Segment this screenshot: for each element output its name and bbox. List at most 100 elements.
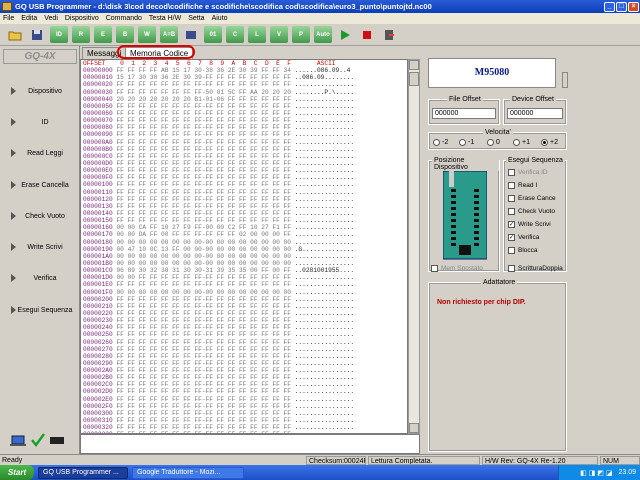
hex-row[interactable]: 00000200 FF FF FF FF FF FF FF FF-FF FF F… <box>81 296 407 303</box>
exit-icon[interactable] <box>380 26 398 43</box>
speed-radio-minus1[interactable]: -1 <box>459 139 474 146</box>
hex-row[interactable]: 00000310 FF FF FF FF FF FF FF FF-FF FF F… <box>81 417 407 424</box>
hex-row[interactable]: 00000140 FF FF FF FF FF FF FF FF-FF FF F… <box>81 210 407 217</box>
menu-testa-hw[interactable]: Testa H/W <box>149 15 181 22</box>
scroll-thumb[interactable] <box>409 72 419 86</box>
sidebar-button-esegui-sequenza[interactable]: Esegui Sequenza <box>3 297 78 323</box>
mem-spostato-checkbox[interactable]: Mem Spostato <box>431 265 483 272</box>
menu-aiuto[interactable]: Aiuto <box>212 15 228 22</box>
hex-row[interactable]: 00000110 FF FF FF FF FF FF FF FF-FF FF F… <box>81 189 407 196</box>
open-file-icon[interactable] <box>6 26 24 43</box>
seq-verifica-id-checkbox[interactable]: Verifica ID <box>508 169 548 176</box>
scroll-up-button[interactable] <box>409 60 419 70</box>
program-icon[interactable]: P <box>292 26 310 43</box>
lock-icon[interactable]: L <box>248 26 266 43</box>
hex-row[interactable]: 00000000 FF FF FF FF AB 15 17 30-38 36 2… <box>81 67 407 74</box>
hex-row[interactable]: 000001E0 FF FF FF FF FF FF FF FF-FF FF F… <box>81 281 407 288</box>
hex-row[interactable]: 00000220 FF FF FF FF FF FF FF FF-FF FF F… <box>81 310 407 317</box>
sidebar-button-erase[interactable]: Erase Cancella <box>3 172 78 198</box>
hex-row[interactable]: 000001D0 00 00 FF FF FF FF FF FF-FF FF F… <box>81 274 407 281</box>
sidebar-button-dispositivo[interactable]: Dispositivo <box>3 78 78 104</box>
stop-icon[interactable] <box>358 26 376 43</box>
start-button[interactable]: Start <box>0 465 34 480</box>
hex-scrollbar[interactable] <box>408 59 420 434</box>
hex-row[interactable]: 00000010 15 17 30 38 36 2E 30 39-FF FF F… <box>81 74 407 81</box>
hex-row[interactable]: 00000260 FF FF FF FF FF FF FF FF-FF FF F… <box>81 339 407 346</box>
hex-row[interactable]: 00000100 FF FF FF FF FF FF FF FF-FF FF F… <box>81 181 407 188</box>
hex-row[interactable]: 000000A0 FF FF FF FF FF FF FF FF-FF FF F… <box>81 139 407 146</box>
scroll-down-button[interactable] <box>409 423 419 433</box>
menu-vedi[interactable]: Vedi <box>44 15 58 22</box>
hex-row[interactable]: 000002B0 FF FF FF FF FF FF FF FF-FF FF F… <box>81 374 407 381</box>
hex-row[interactable]: 00000060 FF FF FF FF FF FF FF FF-FF FF F… <box>81 110 407 117</box>
seq-verifica-checkbox[interactable]: ✓ Verifica <box>508 234 539 241</box>
menu-dispositivo[interactable]: Dispositivo <box>65 15 99 22</box>
sidebar-button-check-vuoto[interactable]: Check Vuoto <box>3 203 78 229</box>
speed-radio-plus2[interactable]: +2 <box>541 139 558 146</box>
hex-row[interactable]: 000001C0 06 89 30 32 38 31 30 30-31 39 3… <box>81 267 407 274</box>
hex-row[interactable]: 000002C0 FF FF FF FF FF FF FF FF-FF FF F… <box>81 381 407 388</box>
hex-row[interactable]: 00000050 FF FF FF FF FF FF FF FF-FF FF F… <box>81 103 407 110</box>
seq-blocca-checkbox[interactable]: Blocca <box>508 247 538 254</box>
maximize-button[interactable]: □ <box>616 1 627 12</box>
play-icon[interactable] <box>336 26 354 43</box>
device-select-icon[interactable]: ID <box>50 26 68 43</box>
verify-icon[interactable]: V <box>270 26 288 43</box>
hex-editor[interactable]: OFFSET 0 1 2 3 4 5 6 7 8 9 A B C D E F A… <box>80 59 408 434</box>
menu-setta[interactable]: Setta <box>188 15 204 22</box>
chip-info-icon[interactable] <box>182 26 200 43</box>
hex-row[interactable]: 000000D0 FF FF FF FF FF FF FF FF-FF FF F… <box>81 160 407 167</box>
hex-row[interactable]: 00000130 FF FF FF FF FF FF FF FF-FF FF F… <box>81 203 407 210</box>
binary-icon[interactable]: 01 <box>204 26 222 43</box>
hex-row[interactable]: 000002F0 FF FF FF FF FF FF FF FF-FF FF F… <box>81 403 407 410</box>
hex-row[interactable]: 000002A0 FF FF FF FF FF FF FF FF-FF FF F… <box>81 367 407 374</box>
hex-row[interactable]: 00000160 00 00 CA FF 10 27 F9 FF-00 00 C… <box>81 224 407 231</box>
hex-row[interactable]: 000002D0 FF FF FF FF FF FF FF FF-FF FF F… <box>81 388 407 395</box>
sidebar-button-verifica[interactable]: Verifica <box>3 265 78 291</box>
hex-row[interactable]: 00000090 FF FF FF FF FF FF FF FF-FF FF F… <box>81 131 407 138</box>
device-offset-field[interactable]: 000000 <box>507 108 563 119</box>
seq-read-checkbox[interactable]: Read I <box>508 182 537 189</box>
hex-row[interactable]: 000000E0 FF FF FF FF FF FF FF FF-FF FF F… <box>81 167 407 174</box>
hex-row[interactable]: 00000320 FF FF FF FF FF FF FF FF-FF FF F… <box>81 424 407 431</box>
hex-row[interactable]: 000001A0 00 00 00 00 00 00 00 00-00 00 0… <box>81 253 407 260</box>
hex-row[interactable]: 00000180 00 00 00 00 00 00 00 00-00 00 0… <box>81 239 407 246</box>
scrittura-doppia-checkbox[interactable]: ScritturaDoppia <box>508 265 563 272</box>
hex-row[interactable]: 00000020 FF FF FF FF FF FF FF FF-FF FF F… <box>81 81 407 88</box>
menu-edita[interactable]: Edita <box>21 15 37 22</box>
sidebar-button-write[interactable]: Write Scrivi <box>3 234 78 260</box>
hex-row[interactable]: 00000080 FF FF FF FF FF FF FF FF-FF FF F… <box>81 124 407 131</box>
seq-check-vuoto-checkbox[interactable]: Check Vuoto <box>508 208 555 215</box>
hex-row[interactable]: 00000250 FF FF FF FF FF FF FF FF-FF FF F… <box>81 331 407 338</box>
hex-row[interactable]: 00000190 00 47 10 0C 13 FF 00 00-00 00 0… <box>81 246 407 253</box>
task-gq-programmer[interactable]: GQ USB Programmer ... <box>38 466 128 479</box>
read-icon[interactable]: R <box>72 26 90 43</box>
seq-write-checkbox[interactable]: ✓ Write Scrivi <box>508 221 551 228</box>
close-button[interactable]: × <box>628 1 639 12</box>
hex-row[interactable]: 00000030 FF FF FF FF FF FF FF FF-50 01 5… <box>81 89 407 96</box>
auto-icon[interactable]: Auto <box>314 26 332 43</box>
menu-file[interactable]: File <box>3 15 14 22</box>
hex-row[interactable]: 000000F0 FF FF FF FF FF FF FF FF-FF FF F… <box>81 174 407 181</box>
hex-row[interactable]: 000001F0 00 00 00 00 00 00 00 00-00 00 0… <box>81 289 407 296</box>
hex-row[interactable]: 000001B0 00 00 00 00 00 00 00 00-00 00 0… <box>81 260 407 267</box>
sidebar-button-read[interactable]: Read Leggi <box>3 140 78 166</box>
compare-icon[interactable]: A=B <box>160 26 178 43</box>
sidebar-button-id[interactable]: ID <box>3 109 78 135</box>
hex-row[interactable]: 000002E0 FF FF FF FF FF FF FF FF-FF FF F… <box>81 396 407 403</box>
write-icon[interactable]: W <box>138 26 156 43</box>
hex-row[interactable]: 00000070 FF FF FF FF FF FF FF FF-FF FF F… <box>81 117 407 124</box>
hex-row[interactable]: 00000210 FF FF FF FF FF FF FF FF-FF FF F… <box>81 303 407 310</box>
speed-radio-minus2[interactable]: -2 <box>433 139 448 146</box>
hex-row[interactable]: 00000150 FF FF FF FF FF FF FF FF-FF FF F… <box>81 217 407 224</box>
hex-row[interactable]: 000000C0 FF FF FF FF FF FF FF FF-FF FF F… <box>81 153 407 160</box>
hex-row[interactable]: 000000B0 FF FF FF FF FF FF FF FF-FF FF F… <box>81 146 407 153</box>
file-offset-field[interactable]: 000000 <box>432 108 496 119</box>
minimize-button[interactable]: _ <box>604 1 615 12</box>
checksum-icon[interactable]: C <box>226 26 244 43</box>
hex-row[interactable]: 00000280 FF FF FF FF FF FF FF FF-FF FF F… <box>81 353 407 360</box>
task-google-translate[interactable]: Google Traduttore - Mozi... <box>132 466 244 479</box>
hex-row[interactable]: 00000290 FF FF FF FF FF FF FF FF-FF FF F… <box>81 360 407 367</box>
save-icon[interactable] <box>28 26 46 43</box>
hex-row[interactable]: 00000230 FF FF FF FF FF FF FF FF-FF FF F… <box>81 317 407 324</box>
